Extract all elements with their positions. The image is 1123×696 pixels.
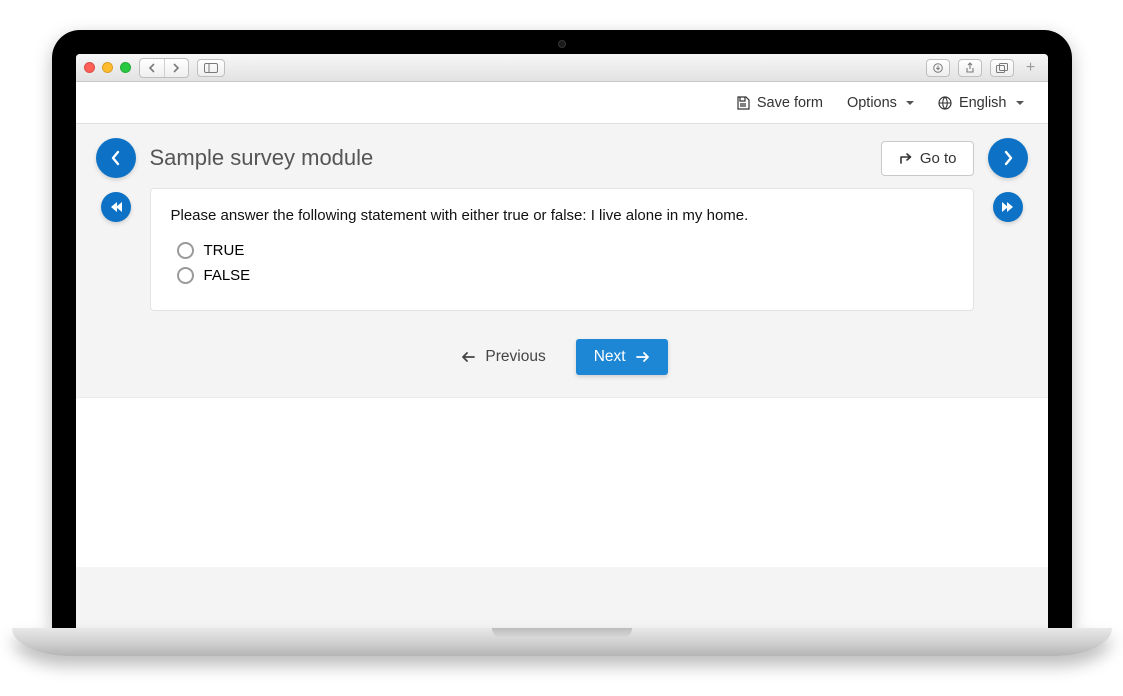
radio-icon [177, 267, 194, 284]
laptop-base [12, 628, 1112, 656]
arrow-right-icon [636, 351, 650, 363]
save-form-button[interactable]: Save form [736, 95, 823, 111]
downloads-button[interactable] [926, 59, 950, 77]
sidebar-toggle-button[interactable] [197, 59, 225, 77]
skip-forward-icon [1001, 201, 1015, 213]
minimize-window-icon[interactable] [102, 62, 113, 73]
option-true[interactable]: TRUE [171, 238, 953, 263]
side-right [988, 188, 1028, 222]
back-button[interactable] [140, 59, 164, 77]
tabs-button[interactable] [990, 59, 1014, 77]
chevron-right-icon [1002, 150, 1014, 166]
skip-back-icon [109, 201, 123, 213]
close-window-icon[interactable] [84, 62, 95, 73]
save-icon [736, 96, 750, 110]
laptop-mock: + Save form Options English [52, 30, 1072, 656]
arrow-left-icon [461, 351, 475, 363]
goto-label: Go to [920, 150, 957, 167]
next-page-circle-button[interactable] [988, 138, 1028, 178]
page-body: Sample survey module Go to [76, 124, 1048, 628]
previous-label: Previous [485, 348, 545, 366]
options-label: Options [847, 95, 897, 111]
question-card: Please answer the following statement wi… [150, 188, 974, 311]
camera-dot [558, 40, 566, 48]
maximize-window-icon[interactable] [120, 62, 131, 73]
new-tab-button[interactable]: + [1022, 59, 1040, 77]
next-button[interactable]: Next [576, 339, 668, 375]
option-label: FALSE [204, 267, 251, 284]
browser-viewport: + Save form Options English [76, 54, 1048, 628]
title-row: Sample survey module Go to [76, 124, 1048, 188]
language-label: English [959, 95, 1007, 111]
content-row: Please answer the following statement wi… [76, 188, 1048, 331]
globe-icon [938, 96, 952, 110]
next-label: Next [594, 348, 626, 366]
nav-footer: Previous Next [76, 331, 1048, 397]
blank-area [76, 397, 1048, 567]
previous-button[interactable]: Previous [455, 340, 551, 374]
goto-arrow-icon [898, 152, 912, 164]
last-page-button[interactable] [993, 192, 1023, 222]
browser-toolbar: + [76, 54, 1048, 82]
window-controls [84, 62, 131, 73]
chevron-left-icon [110, 150, 122, 166]
first-page-button[interactable] [101, 192, 131, 222]
option-label: TRUE [204, 242, 245, 259]
share-button[interactable] [958, 59, 982, 77]
forward-button[interactable] [164, 59, 188, 77]
option-false[interactable]: FALSE [171, 263, 953, 288]
options-dropdown[interactable]: Options [847, 95, 914, 111]
side-left [96, 188, 136, 222]
prev-page-circle-button[interactable] [96, 138, 136, 178]
app-header: Save form Options English [76, 82, 1048, 124]
laptop-screen: + Save form Options English [52, 30, 1072, 628]
language-dropdown[interactable]: English [938, 95, 1024, 111]
survey-title: Sample survey module [150, 145, 867, 171]
save-form-label: Save form [757, 95, 823, 111]
radio-icon [177, 242, 194, 259]
question-text: Please answer the following statement wi… [171, 207, 953, 224]
nav-back-forward [139, 58, 189, 78]
goto-button[interactable]: Go to [881, 141, 974, 176]
